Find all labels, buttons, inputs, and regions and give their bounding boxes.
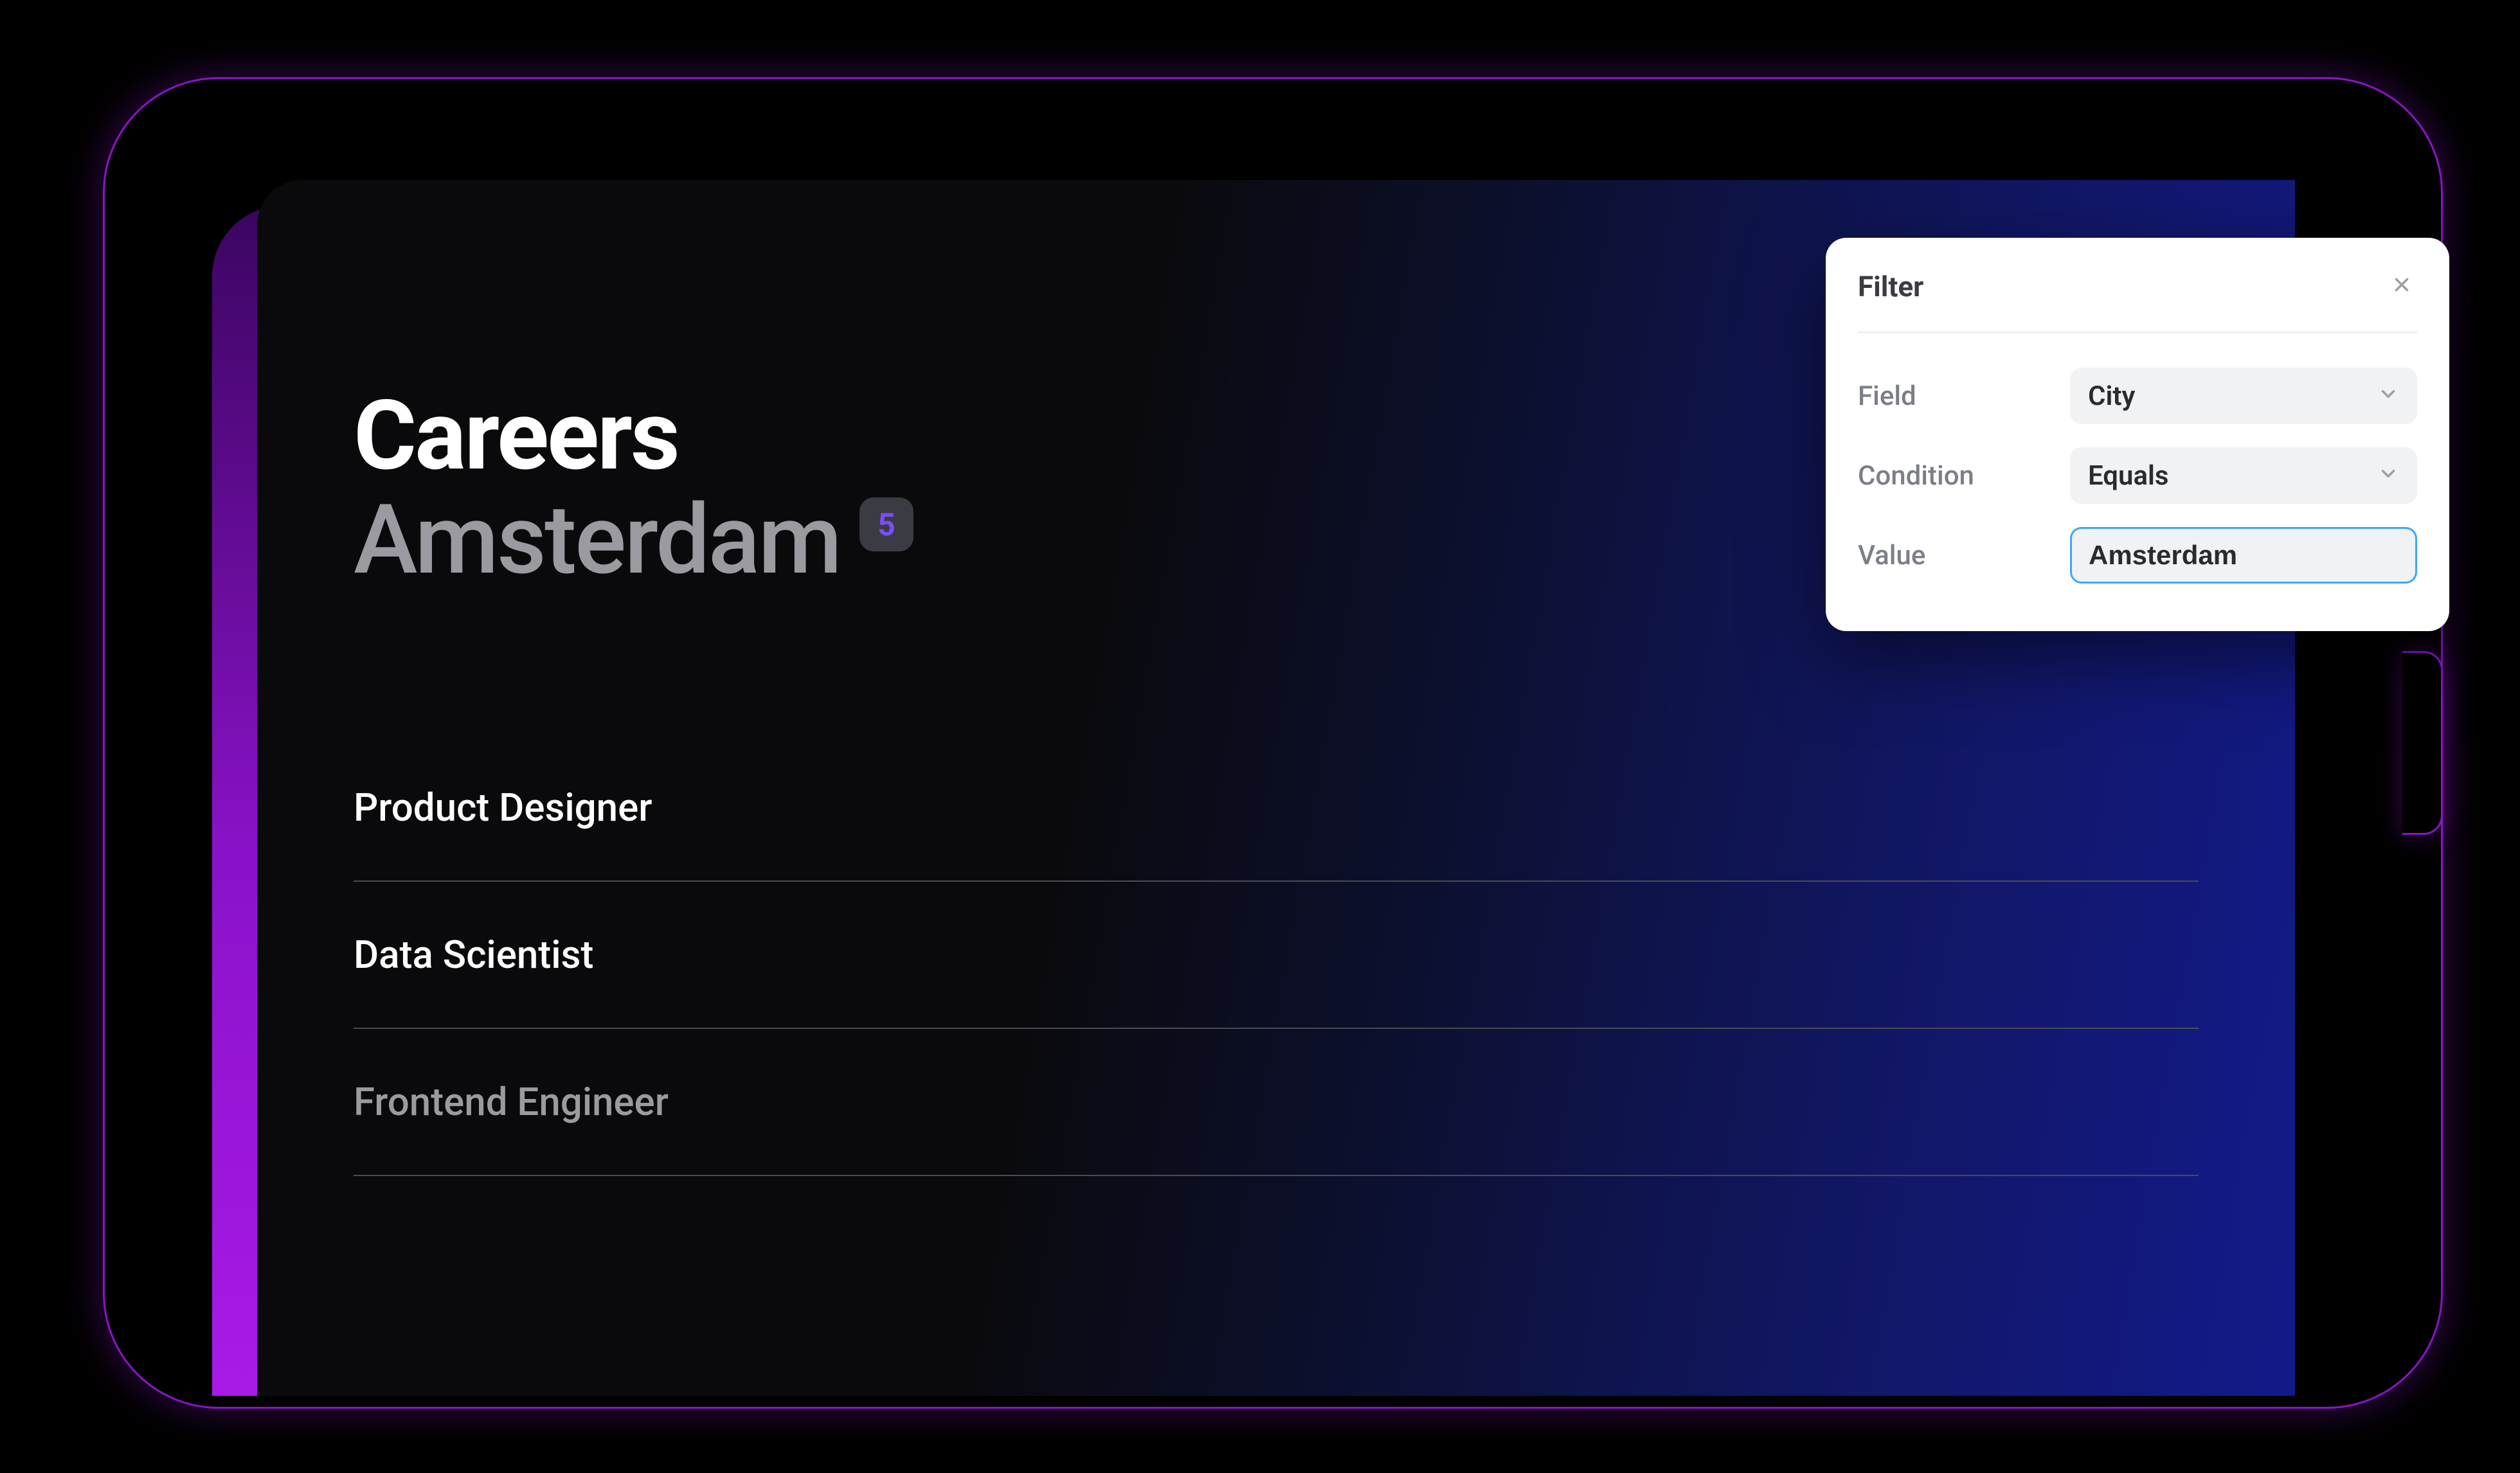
close-button[interactable] <box>2386 271 2417 302</box>
filter-row-value: Value <box>1858 515 2417 595</box>
field-select-value: City <box>2088 380 2135 412</box>
chevron-down-icon <box>2377 460 2399 492</box>
filter-row-condition: Condition Equals <box>1858 436 2417 515</box>
condition-select-value: Equals <box>2088 460 2169 492</box>
condition-select[interactable]: Equals <box>2070 447 2417 504</box>
jobs-list: Product Designer Data Scientist Frontend… <box>257 593 2295 1176</box>
page-subtitle: Amsterdam <box>354 487 840 593</box>
close-icon <box>2391 273 2413 300</box>
field-select[interactable]: City <box>2070 368 2417 424</box>
list-item[interactable]: Product Designer <box>354 735 2199 882</box>
job-title: Frontend Engineer <box>354 1079 669 1125</box>
filter-row-field: Field City <box>1858 356 2417 436</box>
list-item[interactable]: Data Scientist <box>354 882 2199 1029</box>
value-label: Value <box>1858 540 1925 571</box>
chevron-down-icon <box>2377 380 2399 412</box>
job-title: Product Designer <box>354 785 652 830</box>
field-label: Field <box>1858 380 1916 412</box>
popover-title: Filter <box>1858 270 1923 303</box>
list-item[interactable]: Frontend Engineer <box>354 1029 2199 1176</box>
filter-popover: Filter Field City Condition Equals Value <box>1826 238 2449 631</box>
popover-header: Filter <box>1858 270 2417 333</box>
value-input[interactable] <box>2070 527 2417 584</box>
condition-label: Condition <box>1858 460 1974 492</box>
result-count-badge: 5 <box>860 497 914 551</box>
job-title: Data Scientist <box>354 932 593 978</box>
